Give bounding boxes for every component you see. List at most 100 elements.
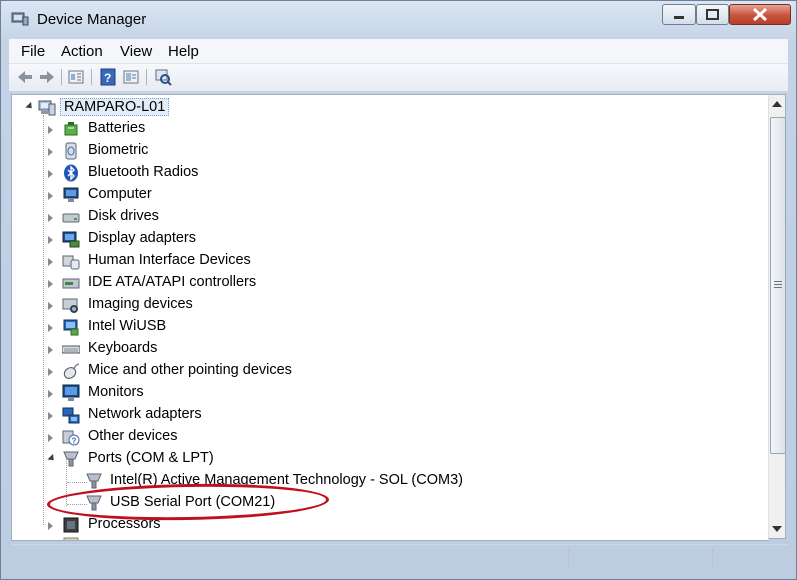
menu-action[interactable]: Action: [61, 43, 103, 60]
tree-item-ide[interactable]: IDE ATA/ATAPI controllers: [12, 272, 752, 294]
grip-line: [774, 287, 782, 288]
tree-item-wiusb[interactable]: Intel WiUSB: [12, 316, 752, 338]
close-icon: [752, 7, 768, 22]
tree-item-other[interactable]: ? Other devices: [12, 426, 752, 448]
biometric-icon: [65, 142, 77, 160]
vertical-scrollbar[interactable]: [768, 94, 786, 539]
tree-item-label: Display adapters: [88, 230, 196, 246]
tree-item-label: Mice and other pointing devices: [88, 362, 292, 378]
tree-item-batteries[interactable]: Batteries: [12, 118, 752, 140]
menu-bar: File Action View Help: [9, 39, 788, 64]
menu-file[interactable]: File: [21, 43, 45, 60]
properties-icon[interactable]: [67, 68, 85, 86]
tree-item-label: Network adapters: [88, 406, 202, 422]
device-manager-icon: [11, 12, 29, 26]
expand-icon[interactable]: [48, 346, 53, 354]
other-devices-icon: ?: [62, 430, 80, 446]
hid-icon: [62, 255, 80, 270]
tree-item-label: Monitors: [88, 384, 144, 400]
help-icon[interactable]: ?: [99, 68, 117, 86]
collapse-icon[interactable]: [47, 453, 57, 464]
sound-device-icon: [63, 537, 79, 540]
maximize-icon: [706, 9, 719, 20]
window-title: Device Manager: [37, 11, 147, 28]
tree-item-label: Keyboards: [88, 340, 158, 356]
status-bar: [11, 544, 788, 571]
display-adapter-icon: [62, 231, 80, 248]
tree-item-label: Human Interface Devices: [88, 252, 251, 268]
tree-item-disk-drives[interactable]: Disk drives: [12, 206, 752, 228]
expand-icon[interactable]: [48, 368, 53, 376]
grip-line: [774, 281, 782, 282]
forward-icon[interactable]: [38, 68, 56, 86]
tree-item-label: Intel WiUSB: [88, 318, 167, 334]
tree-item-partial: [12, 536, 752, 540]
minimize-icon: [674, 16, 684, 19]
show-hidden-icon[interactable]: [122, 68, 140, 86]
expand-icon[interactable]: [48, 412, 53, 420]
grip-line: [774, 284, 782, 285]
tree-item-mice[interactable]: Mice and other pointing devices: [12, 360, 752, 382]
mouse-icon: [63, 363, 80, 379]
tree-item-imaging[interactable]: Imaging devices: [12, 294, 752, 316]
tree-root-label: RAMPARO-L01: [60, 98, 170, 116]
menu-help[interactable]: Help: [168, 43, 199, 60]
toolbar-separator: [61, 69, 62, 85]
ide-controller-icon: [62, 278, 80, 289]
disk-drive-icon: [62, 213, 80, 223]
menu-view[interactable]: View: [120, 43, 152, 60]
expand-icon[interactable]: [48, 280, 53, 288]
expand-icon[interactable]: [48, 258, 53, 266]
monitor-icon: [62, 384, 80, 401]
camera-icon: [62, 298, 78, 313]
scan-hardware-icon[interactable]: [154, 68, 172, 86]
device-manager-window: Device Manager File Action View Help ? R…: [0, 0, 797, 580]
expand-icon[interactable]: [48, 522, 53, 530]
expand-icon[interactable]: [48, 302, 53, 310]
svg-text:?: ?: [72, 437, 77, 446]
expand-icon[interactable]: [48, 170, 53, 178]
processor-icon: [63, 517, 79, 533]
tree-item-label: Biometric: [88, 142, 149, 158]
minimize-button[interactable]: [662, 4, 696, 25]
expand-icon[interactable]: [48, 214, 53, 222]
port-icon: [63, 451, 79, 467]
scroll-down-icon[interactable]: [772, 526, 782, 532]
battery-icon: [64, 122, 78, 136]
collapse-icon[interactable]: [25, 101, 35, 112]
tree-item-label: Bluetooth Radios: [88, 164, 199, 180]
svg-text:?: ?: [104, 71, 111, 85]
tree-item-bluetooth[interactable]: Bluetooth Radios: [12, 162, 752, 184]
tree-item-display-adapters[interactable]: Display adapters: [12, 228, 752, 250]
tree-item-label: Other devices: [88, 428, 178, 444]
title-bar[interactable]: Device Manager: [1, 1, 796, 37]
expand-icon[interactable]: [48, 126, 53, 134]
keyboard-icon: [62, 345, 80, 354]
scroll-thumb[interactable]: [770, 117, 786, 454]
close-button[interactable]: [729, 4, 791, 25]
tree-item-network[interactable]: Network adapters: [12, 404, 752, 426]
back-icon[interactable]: [16, 68, 34, 86]
tree-item-biometric[interactable]: Biometric: [12, 140, 752, 162]
tree-root[interactable]: RAMPARO-L01: [12, 96, 752, 118]
wiusb-icon: [63, 319, 79, 336]
toolbar: ?: [9, 64, 788, 92]
tree-item-keyboards[interactable]: Keyboards: [12, 338, 752, 360]
tree-item-label: Computer: [88, 186, 152, 202]
tree-item-hid[interactable]: Human Interface Devices: [12, 250, 752, 272]
tree-item-label: Ports (COM & LPT): [88, 450, 214, 466]
scroll-up-icon[interactable]: [772, 101, 782, 107]
expand-icon[interactable]: [48, 192, 53, 200]
expand-icon[interactable]: [48, 148, 53, 156]
tree-item-computer[interactable]: Computer: [12, 184, 752, 206]
tree-item-monitors[interactable]: Monitors: [12, 382, 752, 404]
device-tree[interactable]: RAMPARO-L01 Batteries Biometric Bluetoot…: [11, 94, 769, 541]
tree-item-ports[interactable]: Ports (COM & LPT): [12, 448, 752, 470]
maximize-button[interactable]: [696, 4, 729, 25]
expand-icon[interactable]: [48, 434, 53, 442]
tree-item-label: Imaging devices: [88, 296, 193, 312]
expand-icon[interactable]: [48, 324, 53, 332]
expand-icon[interactable]: [48, 390, 53, 398]
port-icon: [86, 473, 102, 489]
expand-icon[interactable]: [48, 236, 53, 244]
